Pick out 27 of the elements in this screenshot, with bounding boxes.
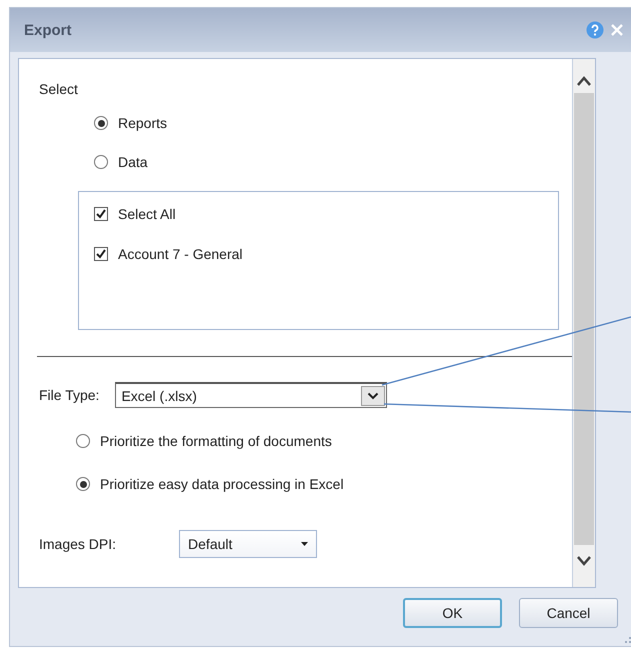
radio-button[interactable]: [76, 477, 90, 491]
caret-icon: [301, 542, 308, 546]
scroll-thumb[interactable]: [574, 93, 594, 545]
radio-label: Prioritize the formatting of documents: [100, 433, 332, 449]
radio-button[interactable]: [94, 155, 108, 169]
checkbox[interactable]: [94, 207, 108, 221]
checkbox[interactable]: [94, 247, 108, 261]
dpi-dropdown[interactable]: Default: [179, 530, 318, 558]
radio-label: Reports: [118, 115, 168, 131]
window-title: Export: [24, 22, 73, 38]
scrollbar[interactable]: [572, 59, 595, 587]
checkbox-label: Account 7 - General: [118, 246, 243, 262]
scroll-down-icon[interactable]: [576, 555, 592, 567]
section-label: Select: [39, 81, 78, 97]
file-type-dropdown[interactable]: Excel (.xlsx): [115, 382, 388, 408]
help-icon[interactable]: [586, 21, 604, 39]
field-label: File Type:: [39, 387, 100, 403]
radio-label: Prioritize easy data processing in Excel: [100, 476, 344, 492]
radio-button[interactable]: [76, 434, 90, 448]
checkbox-label: Select All: [118, 206, 176, 222]
radio-button[interactable]: [94, 116, 108, 130]
chevron-down-icon: [367, 392, 380, 400]
scroll-up-icon[interactable]: [576, 75, 592, 87]
dialog-button[interactable]: Cancel: [519, 598, 618, 628]
radio-label: Data: [118, 154, 148, 170]
dialog-button[interactable]: OK: [403, 598, 502, 628]
field-label: Images DPI:: [39, 536, 116, 552]
